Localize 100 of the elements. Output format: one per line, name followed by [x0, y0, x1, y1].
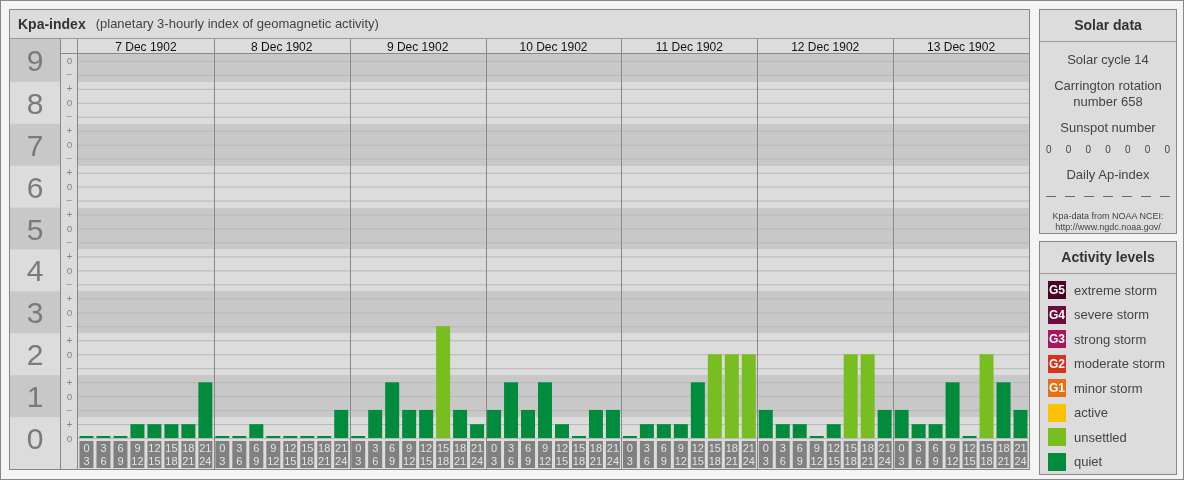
ap-label: Daily Ap-index — [1065, 165, 1151, 184]
axis-value: 5 — [26, 212, 44, 246]
hour-label: 9 12 — [538, 441, 552, 468]
source-note: Kpa-data from NOAA NCEI: — [1051, 211, 1165, 222]
hour-label: 21 24 — [605, 441, 620, 468]
hour-label: 0 3 — [79, 441, 94, 468]
hour-label: 0 3 — [487, 441, 502, 468]
sunspot-value: 0 — [1124, 142, 1131, 157]
hour-label: 21 24 — [470, 441, 485, 468]
sub-level-mark: o — [66, 432, 73, 444]
hour-label: 3 6 — [96, 441, 111, 468]
hour-label: 6 9 — [113, 441, 128, 468]
hour-label: 9 12 — [266, 441, 281, 468]
panel-title: Solar data — [1040, 10, 1176, 42]
sub-level-mark: + — [66, 376, 73, 388]
hour-label: 6 9 — [928, 441, 943, 468]
date-label: 11 Dec 1902 — [655, 39, 723, 54]
hour-label: 15 18 — [707, 441, 722, 468]
sunspot-value: 0 — [1105, 142, 1111, 157]
hour-label: 21 24 — [198, 441, 213, 468]
hour-label: 6 9 — [792, 441, 807, 468]
level-label: severe storm — [1074, 306, 1150, 324]
shaded-band — [10, 291, 60, 334]
panel-title: Activity levels — [1040, 242, 1176, 274]
sub-level-mark: + — [66, 418, 73, 430]
hour-label: 21 24 — [334, 441, 349, 468]
hour-label: 12 15 — [690, 441, 705, 468]
axis-value: 8 — [26, 86, 44, 120]
hour-label: 12 15 — [555, 441, 569, 468]
hour-label: 15 18 — [436, 441, 451, 468]
hour-label: 3 6 — [232, 441, 247, 468]
axis-value: 3 — [26, 296, 44, 330]
sub-level-mark: o — [66, 97, 73, 109]
date-label: 13 Dec 1902 — [927, 39, 996, 54]
hour-label: 12 15 — [147, 441, 162, 468]
hour-label: 12 15 — [283, 441, 298, 468]
hour-label: 12 15 — [826, 441, 841, 468]
hour-label: 6 9 — [656, 441, 671, 468]
sunspot-label: Sunspot number — [1059, 119, 1157, 137]
level-badge: G1 — [1048, 379, 1066, 398]
sub-level-mark: + — [66, 292, 73, 304]
hour-label: 12 15 — [962, 441, 977, 468]
hour-label: 15 18 — [572, 441, 586, 468]
level-label: active — [1074, 404, 1108, 422]
hour-label: 18 21 — [453, 441, 468, 468]
ap-value: — — [1141, 189, 1151, 203]
hour-label: 18 21 — [588, 441, 603, 468]
hour-label: 18 21 — [181, 441, 196, 468]
axis-value: 9 — [26, 44, 44, 77]
chart-subtitle: (planetary 3-hourly index of geomagnetic activity) — [95, 15, 379, 34]
hour-label: 9 12 — [945, 441, 960, 468]
axis-value: 4 — [26, 254, 44, 288]
sunspot-value: 0 — [1085, 142, 1092, 157]
source-url: http://www.ngdc.noaa.gov/ — [1054, 222, 1162, 233]
hour-label: 9 12 — [673, 441, 688, 468]
hour-label: 0 3 — [894, 441, 909, 468]
hour-label: 15 18 — [843, 441, 858, 468]
hour-label: 0 3 — [215, 441, 230, 468]
date-label: 7 Dec 1902 — [115, 39, 177, 54]
level-badge: G4 — [1048, 305, 1066, 324]
hour-label: 21 24 — [1013, 441, 1028, 468]
sub-level-mark: − — [66, 362, 73, 374]
hour-label: 9 12 — [402, 441, 417, 468]
sub-level-mark: + — [66, 83, 73, 95]
hour-label: 9 12 — [809, 441, 824, 468]
hour-label: 18 21 — [996, 441, 1011, 468]
hour-label: 0 3 — [758, 441, 773, 468]
hour-label: 21 24 — [877, 441, 892, 468]
sub-level-mark: o — [66, 306, 73, 318]
hour-label: 18 21 — [724, 441, 739, 468]
level-badge: G5 — [1048, 281, 1066, 300]
axis-value: 1 — [26, 380, 44, 414]
level-label: extreme storm — [1074, 281, 1158, 300]
sub-level-mark: o — [66, 390, 73, 402]
sub-level-mark: o — [66, 264, 73, 276]
date-label: 12 Dec 1902 — [791, 39, 860, 54]
sub-level-mark: − — [66, 195, 73, 207]
shaded-band — [10, 207, 60, 250]
hour-label: 3 6 — [639, 441, 654, 468]
hour-label: 18 21 — [860, 441, 875, 468]
axis-value: 2 — [26, 338, 44, 372]
sub-level-mark: o — [66, 348, 73, 360]
ap-value: — — [1046, 189, 1056, 203]
date-label: 9 Dec 1902 — [386, 39, 449, 54]
sub-level-mark: + — [66, 125, 73, 137]
sub-level-mark: − — [66, 111, 73, 123]
axis-value: 7 — [26, 128, 44, 162]
solar-cycle: Solar cycle 14 — [1066, 51, 1150, 69]
shaded-band — [10, 39, 60, 82]
hour-label: 18 21 — [317, 441, 332, 468]
sub-level-mark: − — [66, 69, 73, 81]
date-label: 10 Dec 1902 — [519, 39, 588, 54]
sunspot-value: 0 — [1046, 142, 1052, 157]
ap-value: — — [1160, 189, 1170, 203]
shaded-band — [10, 375, 60, 418]
sunspot-value: 0 — [1144, 142, 1151, 157]
hour-label: 12 15 — [419, 441, 434, 468]
axis-value: 6 — [26, 170, 44, 204]
sub-level-mark: − — [66, 153, 73, 165]
level-label: strong storm — [1074, 330, 1147, 349]
